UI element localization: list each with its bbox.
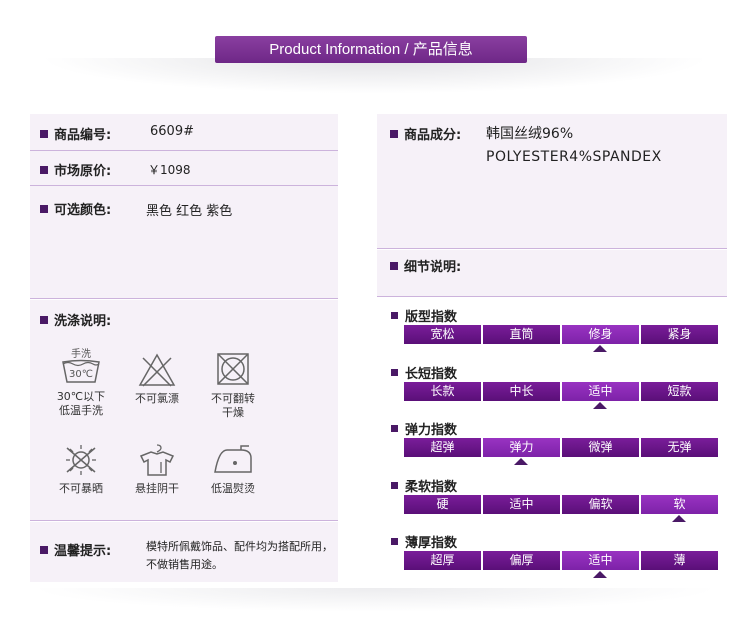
care-caption: 悬挂阴干 — [135, 482, 179, 495]
material-value-1: 韩国丝绒96% — [486, 126, 574, 142]
hand-wash-icon-text: 手洗 — [71, 347, 91, 360]
index-scale: 超弹 弹力 微弹 无弹 — [404, 438, 718, 457]
divider — [30, 185, 338, 186]
divider — [30, 520, 338, 521]
divider — [377, 248, 727, 249]
index-option: 宽松 — [404, 325, 481, 344]
bullet-square-icon — [40, 204, 48, 213]
selected-marker-icon — [672, 515, 686, 522]
care-item-low-iron: 低温熨烫 — [198, 442, 268, 496]
care-caption: 不可翻转 — [211, 392, 255, 405]
care-caption: 干燥 — [222, 406, 244, 419]
divider — [377, 296, 727, 297]
index-option: 超弹 — [404, 438, 481, 457]
index-scale: 宽松 直筒 修身 紧身 — [404, 325, 718, 344]
care-item-hang-dry: 悬挂阴干 — [122, 442, 192, 496]
selected-marker-icon — [593, 345, 607, 352]
index-option: 直筒 — [483, 325, 560, 344]
bullet-square-icon — [391, 482, 398, 489]
bullet-square-icon — [40, 545, 48, 554]
bottom-shadow — [30, 588, 720, 612]
bullet-square-icon — [390, 261, 398, 270]
notice-label: 温馨提示: — [40, 540, 111, 559]
index-scale: 长款 中长 适中 短款 — [404, 382, 718, 401]
bullet-square-icon — [40, 165, 48, 174]
index-option: 软 — [641, 495, 718, 514]
index-option: 适中 — [483, 495, 560, 514]
care-caption: 不可暴晒 — [59, 482, 103, 495]
index-title: 薄厚指数 — [391, 532, 457, 551]
care-caption: 不可氯漂 — [135, 392, 179, 405]
index-option: 长款 — [404, 382, 481, 401]
bullet-square-icon — [391, 369, 398, 376]
care-item-no-bleach: 不可氯漂 — [122, 352, 192, 406]
hang-dry-shade-icon — [139, 444, 175, 476]
notice-line: 模特所佩戴饰品、配件均为搭配所用， — [146, 540, 333, 553]
bullet-square-icon — [391, 312, 398, 319]
notice-text: 模特所佩戴饰品、配件均为搭配所用， 不做销售用途。 — [146, 538, 333, 574]
detail-label: 细节说明: — [390, 256, 461, 275]
header-shadow — [40, 58, 710, 94]
care-item-hand-wash: 手洗 30℃ 30℃以下 低温手洗 — [46, 346, 116, 418]
index-option: 紧身 — [641, 325, 718, 344]
index-title: 柔软指数 — [391, 476, 457, 495]
index-option: 中长 — [483, 382, 560, 401]
care-caption: 30℃以下 — [56, 390, 106, 403]
color-options-value: 黑色 红色 紫色 — [146, 204, 233, 219]
care-item-no-tumble-dry: 不可翻转 干燥 — [198, 352, 268, 420]
care-item-no-sun-dry: 不可暴晒 — [46, 442, 116, 496]
wash-instructions-label: 洗涤说明: — [40, 310, 111, 329]
hand-wash-icon: 手洗 30℃ — [62, 347, 100, 383]
index-title: 长短指数 — [391, 363, 457, 382]
bullet-square-icon — [391, 538, 398, 545]
index-title: 版型指数 — [391, 306, 457, 325]
care-caption: 低温熨烫 — [211, 482, 255, 495]
material-value-2: POLYESTER4%SPANDEX — [486, 149, 662, 165]
index-title: 弹力指数 — [391, 419, 457, 438]
index-option: 弹力 — [483, 438, 560, 457]
divider — [30, 298, 338, 299]
product-code-label: 商品编号: — [40, 124, 111, 143]
index-option: 短款 — [641, 382, 718, 401]
market-price-value: ￥1098 — [148, 163, 191, 177]
selected-marker-icon — [593, 571, 607, 578]
notice-line: 不做销售用途。 — [146, 558, 223, 571]
bullet-square-icon — [391, 425, 398, 432]
index-option: 偏厚 — [483, 551, 560, 570]
index-option: 微弹 — [562, 438, 639, 457]
no-sun-dry-icon — [66, 445, 96, 475]
divider — [30, 150, 338, 151]
index-option: 适中 — [562, 551, 639, 570]
product-code-value: 6609# — [150, 124, 194, 139]
section-title: Product Information / 产品信息 — [215, 36, 527, 63]
index-option: 适中 — [562, 382, 639, 401]
selected-marker-icon — [514, 458, 528, 465]
bullet-square-icon — [40, 315, 48, 324]
index-scale: 超厚 偏厚 适中薄 — [404, 551, 718, 570]
no-bleach-icon — [138, 353, 176, 387]
index-option: 偏软 — [562, 495, 639, 514]
index-option: 硬 — [404, 495, 481, 514]
material-label: 商品成分: — [390, 124, 461, 143]
index-option: 薄 — [641, 551, 718, 570]
no-tumble-dry-icon — [217, 353, 249, 385]
bullet-square-icon — [390, 129, 398, 138]
index-scale: 硬适中 偏软软 — [404, 495, 718, 514]
hand-wash-temp: 30℃ — [69, 369, 93, 380]
color-options-label: 可选颜色: — [40, 199, 111, 218]
bullet-square-icon — [40, 129, 48, 138]
index-option: 超厚 — [404, 551, 481, 570]
selected-marker-icon — [593, 402, 607, 409]
index-option: 修身 — [562, 325, 639, 344]
market-price-label: 市场原价: — [40, 160, 111, 179]
low-iron-icon — [214, 445, 252, 473]
index-option: 无弹 — [641, 438, 718, 457]
care-caption: 低温手洗 — [59, 404, 103, 417]
